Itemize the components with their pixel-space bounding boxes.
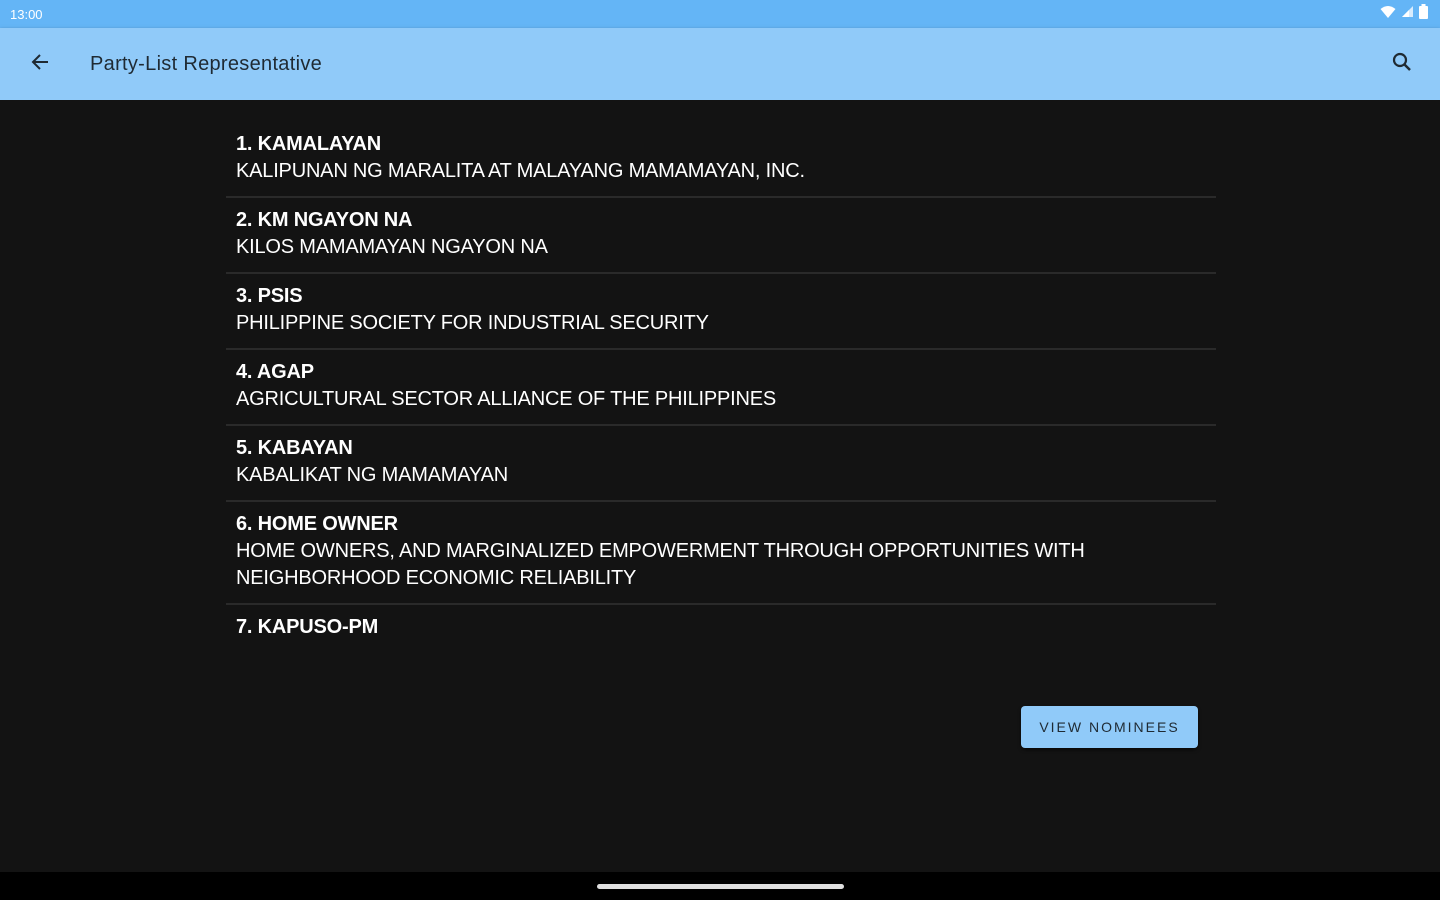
party-item[interactable]: 5. KABAYAN KABALIKAT NG MAMAMAYAN — [226, 432, 1216, 502]
party-name: 3. PSIS — [236, 285, 303, 307]
party-name: 4. AGAP — [236, 361, 314, 383]
party-name: 5. KABAYAN — [236, 437, 353, 459]
content-area: 1. KAMALAYAN KALIPUNAN NG MARALITA AT MA… — [0, 100, 1440, 872]
party-full-name: KILOS MAMAMAYAN NGAYON NA — [236, 236, 548, 258]
wifi-icon — [1380, 5, 1396, 24]
party-list: 1. KAMALAYAN KALIPUNAN NG MARALITA AT MA… — [226, 128, 1216, 658]
home-handle[interactable] — [597, 884, 844, 889]
status-bar: 13:00 — [0, 0, 1440, 28]
party-name: 7. KAPUSO-PM — [236, 616, 379, 638]
app-bar: Party-List Representative — [0, 28, 1440, 100]
view-nominees-button[interactable]: VIEW NOMINEES — [1021, 706, 1198, 748]
signal-icon — [1401, 5, 1414, 23]
navigation-bar — [0, 872, 1440, 900]
party-full-name: AGRICULTURAL SECTOR ALLIANCE OF THE PHIL… — [236, 388, 777, 410]
battery-icon — [1419, 4, 1428, 24]
party-item[interactable]: 2. KM NGAYON NA KILOS MAMAMAYAN NGAYON N… — [226, 204, 1216, 274]
party-item[interactable]: 6. HOME OWNER HOME OWNERS, AND MARGINALI… — [226, 508, 1216, 605]
status-time: 13:00 — [10, 6, 43, 22]
arrow-left-icon — [29, 51, 51, 78]
party-full-name: PHILIPPINE SOCIETY FOR INDUSTRIAL SECURI… — [236, 312, 709, 334]
status-icons — [1380, 4, 1428, 24]
party-name: 6. HOME OWNER — [236, 513, 398, 535]
search-icon — [1392, 52, 1412, 77]
party-name: 2. KM NGAYON NA — [236, 209, 413, 231]
party-name: 1. KAMALAYAN — [236, 133, 382, 155]
party-full-name: KABALIKAT NG MAMAMAYAN — [236, 464, 508, 486]
party-item[interactable]: 1. KAMALAYAN KALIPUNAN NG MARALITA AT MA… — [226, 128, 1216, 198]
party-full-name: HOME OWNERS, AND MARGINALIZED EMPOWERMEN… — [236, 540, 1085, 589]
search-button[interactable] — [1378, 40, 1426, 88]
back-button[interactable] — [12, 36, 68, 92]
party-item[interactable]: 4. AGAP AGRICULTURAL SECTOR ALLIANCE OF … — [226, 356, 1216, 426]
party-item[interactable]: 3. PSIS PHILIPPINE SOCIETY FOR INDUSTRIA… — [226, 280, 1216, 350]
page-title: Party-List Representative — [90, 52, 323, 75]
party-item[interactable]: 7. KAPUSO-PM — [226, 611, 1216, 652]
party-full-name: KALIPUNAN NG MARALITA AT MALAYANG MAMAMA… — [236, 160, 805, 182]
